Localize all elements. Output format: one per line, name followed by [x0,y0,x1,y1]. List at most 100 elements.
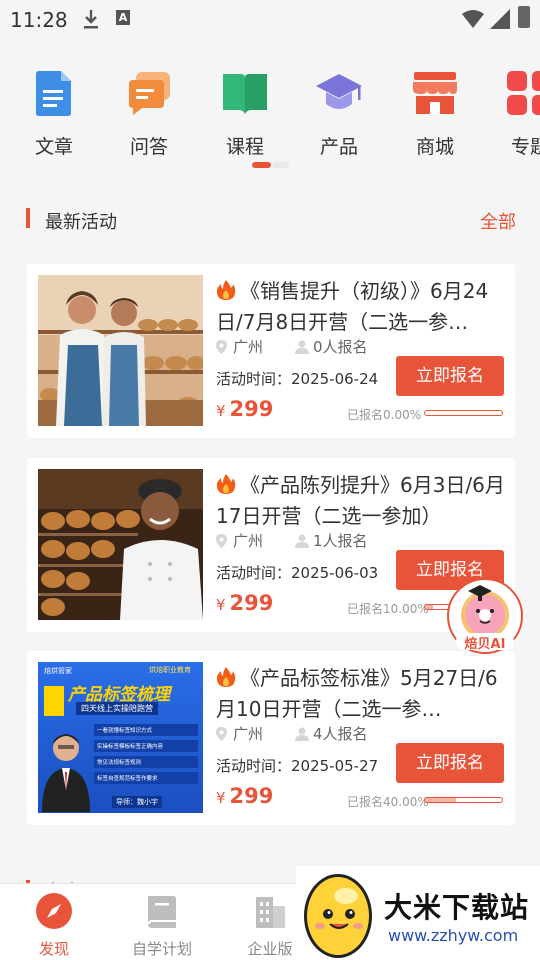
section-title: 最新活动 [45,212,117,233]
activity-time: 活动时间：2025-05-27 [216,757,379,775]
activity-city: 广州 [233,532,264,550]
signup-progress-text: 已报名40.00% [347,795,429,809]
signup-progress-fill [425,605,433,609]
book-icon [148,896,176,928]
activity-meta: 广州 1人报名 [216,530,368,551]
activity-thumbnail [38,275,203,426]
location-pin-icon [216,727,227,741]
signup-progress-bar [424,797,503,803]
activity-price: ¥299 [216,591,273,615]
poster-point: 实操标签模板标签正确内容 [94,740,198,752]
fire-icon [216,667,236,687]
activity-time: 活动时间：2025-06-03 [216,564,379,582]
status-time: 11:28 [10,8,68,32]
activity-price: ¥299 [216,397,273,421]
page-dot [272,162,289,168]
category-qa[interactable]: 问答 [109,68,189,159]
building-icon [256,897,285,928]
user-icon [295,727,310,741]
qa-icon [129,72,170,115]
fire-icon [216,474,236,494]
activity-time: 活动时间：2025-06-24 [216,370,379,388]
category-label: 专题 [510,136,540,158]
user-icon [295,534,310,548]
nav-tab-discover[interactable]: 发现 [4,892,104,959]
nav-label: 发现 [38,940,69,958]
category-row: 文章 问答 课程 产品 商城 专题 [0,42,540,177]
download-icon [84,10,98,29]
signup-count: 1人报名 [313,532,368,550]
notification-a-icon: A [116,10,130,25]
assistant-label: 焙贝AI [464,637,506,652]
activity-title: 《产品陈列提升》6月3日/6月17日开营（二选一参加） [216,473,505,528]
watermark-text: 大米下载站 [384,891,530,924]
activity-card[interactable]: 焙烘管家 烘焙职业教育 产品标签梳理 四天线上实操陪跑营 一看就懂标签知识方式 … [27,651,515,825]
compass-icon [36,893,72,929]
category-label: 商城 [415,136,454,158]
category-label: 产品 [319,136,358,158]
category-label: 课程 [225,136,264,158]
activity-thumbnail [38,469,203,620]
category-topic[interactable]: 专题 [490,68,540,159]
location-pin-icon [216,534,227,548]
wifi-icon [462,10,484,28]
currency-symbol: ¥ [216,596,226,614]
graduation-cap-icon [316,74,362,109]
signal-icon [490,9,510,29]
fire-icon [216,280,236,300]
activity-meta: 广州 4人报名 [216,723,368,744]
nav-label: 自学计划 [131,940,192,958]
section-accent-bar [26,208,30,228]
poster-subtitle: 四天线上实操陪跑营 [76,702,158,715]
location-pin-icon [216,340,227,354]
signup-button[interactable]: 立即报名 [396,743,504,783]
view-all-link[interactable]: 全部 [480,208,516,234]
status-bar: 11:28 A [0,0,540,40]
watermark-mascot-icon [304,874,372,958]
signup-button[interactable]: 立即报名 [396,356,504,396]
activity-title: 《产品标签标准》5月27日/6月10日开营（二选一参… [216,666,498,721]
battery-icon [518,6,530,28]
activity-title-wrap: 《销售提升（初级）》6月24日/7月8日开营（二选一参… [216,276,508,338]
category-course[interactable]: 课程 [205,68,285,159]
price-value: 299 [229,784,274,808]
activity-title-wrap: 《产品标签标准》5月27日/6月10日开营（二选一参… [216,663,508,725]
category-label: 文章 [34,136,73,158]
activity-city: 广州 [233,725,264,743]
course-book-icon [223,74,267,114]
currency-symbol: ¥ [216,789,226,807]
poster-point: 常见法规标签规则 [94,756,198,768]
category-label: 问答 [129,136,168,158]
price-value: 299 [229,591,274,615]
article-icon [36,71,71,116]
page-dot-active [252,162,271,168]
poster-speaker: 导师：魏小宇 [112,796,162,808]
poster-brand: 焙烘管家 [44,667,72,675]
poster-point: 标签自查规范标签作要求 [94,772,198,784]
signup-progress-text: 已报名10.00% [347,602,429,616]
activity-title: 《销售提升（初级）》6月24日/7月8日开营（二选一参… [216,279,489,334]
activity-card[interactable]: 《销售提升（初级）》6月24日/7月8日开营（二选一参… 广州 0人报名 活动时间… [27,264,515,438]
shop-icon [413,72,457,114]
watermark: 大米下载站 www.zzhyw.com [296,866,540,960]
currency-symbol: ¥ [216,402,226,420]
activity-price: ¥299 [216,784,273,808]
activity-card[interactable]: 《产品陈列提升》6月3日/6月17日开营（二选一参加） 广州 1人报名 活动时间：… [27,458,515,632]
signup-progress-bar [424,410,503,416]
nav-tab-self-study[interactable]: 自学计划 [112,892,212,959]
price-value: 299 [229,397,274,421]
category-article[interactable]: 文章 [14,68,94,159]
signup-count: 4人报名 [313,725,368,743]
topic-grid-icon [507,71,540,115]
poster-tag: 烘焙职业教育 [149,666,191,674]
category-product[interactable]: 产品 [299,68,379,159]
watermark-url: www.zzhyw.com [388,926,519,945]
ai-assistant-button[interactable]: 焙贝AI [446,577,524,655]
activity-section-header: 最新活动 全部 [26,205,516,237]
signup-progress-fill [425,798,456,802]
activity-city: 广州 [233,338,264,356]
activity-meta: 广州 0人报名 [216,336,368,357]
activity-thumbnail: 焙烘管家 烘焙职业教育 产品标签梳理 四天线上实操陪跑营 一看就懂标签知识方式 … [38,662,203,813]
category-shop[interactable]: 商城 [395,68,475,159]
poster-point: 一看就懂标签知识方式 [94,724,198,736]
